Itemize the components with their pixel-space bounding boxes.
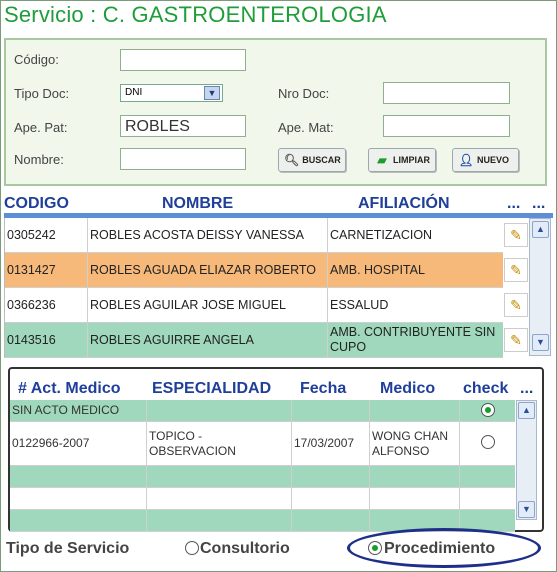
eraser-icon: ▰ <box>377 153 387 167</box>
tipo-doc-select[interactable]: DNI ▼ <box>120 84 223 102</box>
act-row[interactable]: SIN ACTO MEDICO <box>10 400 515 422</box>
cell-act <box>10 466 147 487</box>
buscar-label: BUSCAR <box>302 155 341 165</box>
chevron-down-icon[interactable]: ▼ <box>204 86 220 100</box>
col-check-header[interactable]: check <box>463 380 508 398</box>
cell-codigo: 0143516 <box>5 323 88 357</box>
scroll-up-icon[interactable]: ▲ <box>532 221 549 238</box>
col-act-header[interactable]: # Act. Medico <box>18 380 121 398</box>
cell-especialidad: TOPICO - OBSERVACION <box>147 422 292 465</box>
col-extra2-header: ... <box>520 380 534 397</box>
cell-nombre: ROBLES AGUIRRE ANGELA <box>88 323 328 357</box>
ape-mat-input[interactable] <box>383 115 510 137</box>
pencil-icon[interactable]: ✎ <box>504 293 528 317</box>
nro-doc-input[interactable] <box>383 82 510 104</box>
cell-medico <box>370 400 460 421</box>
tipo-doc-value: DNI <box>125 87 143 98</box>
cell-especialidad <box>147 400 292 421</box>
table-row[interactable]: 0366236 ROBLES AGUILAR JOSE MIGUEL ESSALUD <box>5 288 503 323</box>
cell-act <box>10 510 147 531</box>
tipo-doc-label: Tipo Doc: <box>14 86 70 101</box>
cell-especialidad <box>147 466 292 487</box>
highlight-oval <box>347 528 541 568</box>
cell-act <box>10 488 147 509</box>
nro-doc-label: Nro Doc: <box>278 86 330 101</box>
ape-pat-label: Ape. Pat: <box>14 120 68 135</box>
scroll-down-icon[interactable]: ▼ <box>532 334 549 351</box>
cell-nombre: ROBLES AGUILAR JOSE MIGUEL <box>88 288 328 322</box>
buscar-button[interactable]: 🔍︎ BUSCAR <box>278 148 346 172</box>
add-user-icon: 👤︎ <box>458 153 474 167</box>
col-edit-header: ... <box>507 195 521 213</box>
nombre-input[interactable] <box>120 148 246 170</box>
cell-medico: WONG CHAN ALFONSO <box>370 422 460 465</box>
pencil-icon[interactable]: ✎ <box>504 223 528 247</box>
cell-afiliacion: ESSALUD <box>328 288 503 322</box>
nuevo-label: NUEVO <box>477 155 510 165</box>
act-select-radio[interactable] <box>481 403 495 417</box>
col-medico-header[interactable]: Medico <box>380 380 435 398</box>
cell-afiliacion: CARNETIZACION <box>328 218 503 252</box>
nombre-label: Nombre: <box>14 152 64 167</box>
col-extra-header: ... <box>532 195 546 213</box>
cell-fecha <box>292 488 370 509</box>
ape-mat-label: Ape. Mat: <box>278 120 334 135</box>
consultorio-radio[interactable] <box>185 541 199 555</box>
tipo-servicio-label: Tipo de Servicio <box>6 540 130 557</box>
table-row[interactable]: 0143516 ROBLES AGUIRRE ANGELA AMB. CONTRIB… <box>5 323 503 358</box>
cell-fecha: 17/03/2007 <box>292 422 370 465</box>
cell-afiliacion: AMB. CONTRIBUYENTE SIN CUPO <box>328 323 503 357</box>
ape-pat-input[interactable]: ROBLES <box>120 115 246 137</box>
cell-fecha <box>292 400 370 421</box>
cell-afiliacion: AMB. HOSPITAL <box>328 253 503 287</box>
cell-medico <box>370 466 460 487</box>
cell-codigo: 0305242 <box>5 218 88 252</box>
scroll-up-icon[interactable]: ▲ <box>518 402 535 419</box>
table-row[interactable]: 0305242 ROBLES ACOSTA DEISSY VANESSA CARNE… <box>5 218 503 253</box>
act-row[interactable] <box>10 466 515 488</box>
cell-nombre: ROBLES AGUADA ELIAZAR ROBERTO <box>88 253 328 287</box>
scroll-down-icon[interactable]: ▼ <box>518 501 535 518</box>
col-nombre-header[interactable]: NOMBRE <box>162 195 234 213</box>
cell-act: 0122966-2007 <box>10 422 147 465</box>
cell-especialidad <box>147 510 292 531</box>
cell-nombre: ROBLES ACOSTA DEISSY VANESSA <box>88 218 328 252</box>
consultorio-label[interactable]: Consultorio <box>200 540 290 558</box>
col-fecha-header[interactable]: Fecha <box>300 380 346 398</box>
acts-scrollbar[interactable]: ▲ ▼ <box>516 400 537 520</box>
limpiar-label: LIMPIAR <box>393 155 430 165</box>
cell-codigo: 0366236 <box>5 288 88 322</box>
cell-especialidad <box>147 488 292 509</box>
cell-medico <box>370 488 460 509</box>
codigo-label: Código: <box>14 52 59 67</box>
col-codigo-header[interactable]: CODIGO <box>4 195 69 213</box>
limpiar-button[interactable]: ▰ LIMPIAR <box>368 148 436 172</box>
search-icon: 🔍︎ <box>284 153 300 167</box>
cell-fecha <box>292 466 370 487</box>
cell-act: SIN ACTO MEDICO <box>10 400 147 421</box>
pencil-icon[interactable]: ✎ <box>504 258 528 282</box>
act-row[interactable] <box>10 488 515 510</box>
table-row[interactable]: 0131427 ROBLES AGUADA ELIAZAR ROBERTO AMB.… <box>5 253 503 288</box>
codigo-input[interactable] <box>120 49 246 71</box>
act-row[interactable]: 0122966-2007 TOPICO - OBSERVACION 17/03/20… <box>10 422 515 466</box>
page-title: Servicio : C. GASTROENTEROLOGIA <box>4 2 387 27</box>
patients-table: 0305242 ROBLES ACOSTA DEISSY VANESSA CARNE… <box>4 218 503 358</box>
pencil-icon[interactable]: ✎ <box>504 328 528 352</box>
patients-scrollbar[interactable]: ▲ ▼ <box>529 218 551 356</box>
act-select-radio[interactable] <box>481 435 495 449</box>
cell-codigo: 0131427 <box>5 253 88 287</box>
cell-fecha <box>292 510 370 531</box>
col-afiliacion-header[interactable]: AFILIACIÓN <box>358 195 450 213</box>
nuevo-button[interactable]: 👤︎ NUEVO <box>452 148 519 172</box>
col-especialidad-header[interactable]: ESPECIALIDAD <box>152 380 271 398</box>
